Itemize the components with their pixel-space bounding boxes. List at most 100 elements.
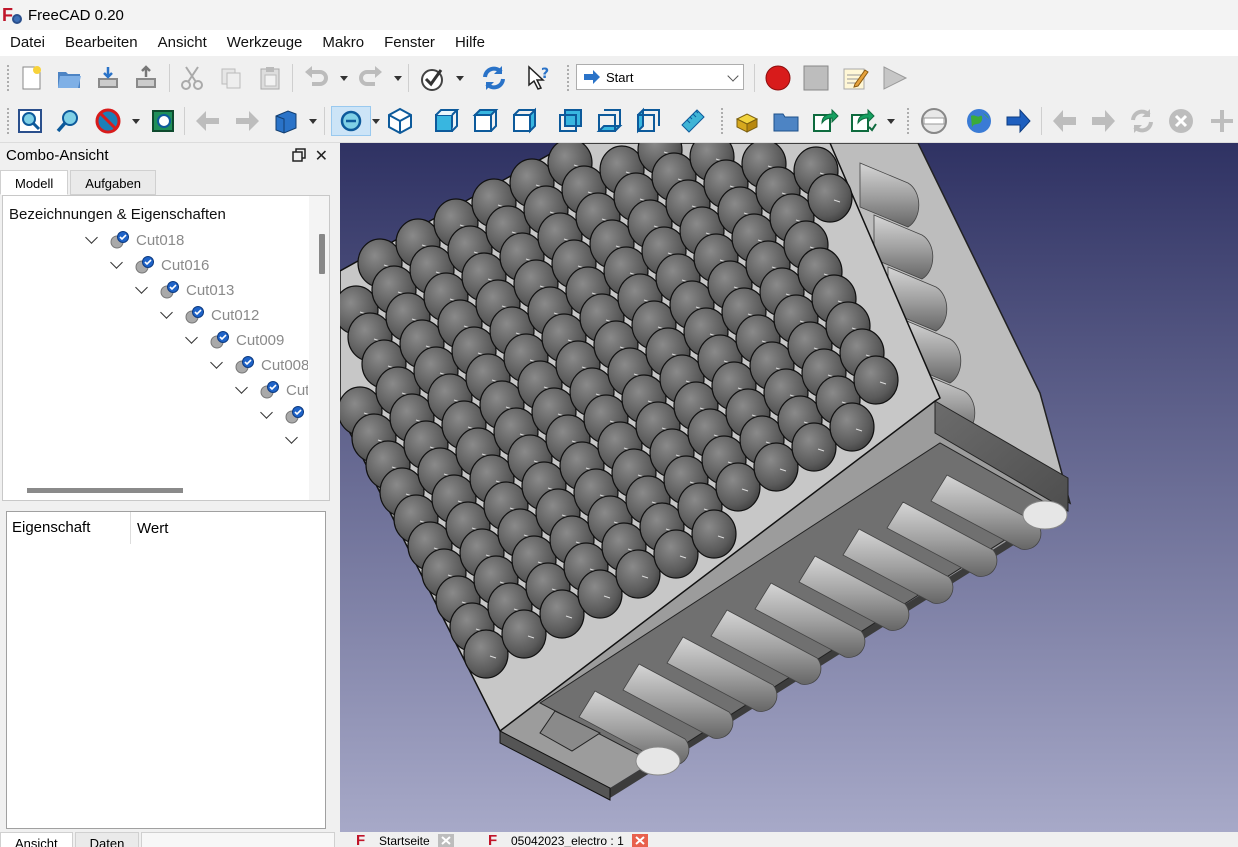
web-forward-icon[interactable] [1002,106,1034,136]
fit-all-icon[interactable] [14,106,46,136]
menu-werkzeuge[interactable]: Werkzeuge [217,30,313,56]
chevron-down-icon[interactable] [235,381,248,394]
std-views-icon[interactable] [270,106,302,136]
menu-hilfe[interactable]: Hilfe [445,30,495,56]
close-icon[interactable] [631,834,648,847]
float-icon[interactable] [292,148,306,162]
new-document-icon[interactable] [15,63,47,93]
fit-selection-icon[interactable] [53,106,85,136]
front-view-icon[interactable] [430,106,462,136]
chevron-down-icon[interactable] [85,231,98,244]
tree-item[interactable]: Cut018 [85,229,184,251]
paste-icon[interactable] [254,63,286,93]
sync-view-dropdown[interactable] [370,106,382,136]
tab-modell[interactable]: Modell [0,170,69,195]
toolbar-handle[interactable] [906,107,910,135]
web-stop-icon[interactable] [1165,106,1197,136]
macro-stop-icon[interactable] [800,63,832,93]
chevron-down-icon[interactable] [160,306,173,319]
tab-daten[interactable]: Daten [74,832,140,847]
chevron-down-icon[interactable] [285,431,298,444]
measure-icon[interactable] [677,106,709,136]
toolbar-handle[interactable] [6,107,10,135]
std-views-dropdown[interactable] [307,106,319,136]
menu-fenster[interactable]: Fenster [374,30,445,56]
tree-horizontal-scroll-thumb[interactable] [27,488,183,493]
toolbar-handle[interactable] [720,107,724,135]
draw-style-icon[interactable] [92,106,124,136]
web-next-icon[interactable] [1087,106,1119,136]
macro-edit-icon[interactable] [839,63,871,93]
tree-item[interactable]: Cut013 [135,279,234,301]
close-icon[interactable]: ✕ [315,146,328,166]
tab-document[interactable]: F 05042023_electro : 1 [488,832,648,847]
import-icon[interactable] [92,63,124,93]
chevron-down-icon[interactable] [210,356,223,369]
undo-icon[interactable] [300,63,332,93]
column-eigenschaft[interactable]: Eigenschaft [7,512,131,544]
workbench-selector[interactable]: Start [576,64,744,90]
3d-view[interactable] [340,143,1238,832]
tree-vertical-scroll-thumb[interactable] [319,234,325,274]
rear-view-icon[interactable] [554,106,586,136]
tree-item[interactable]: Cut016 [110,254,209,276]
toolbar-handle[interactable] [566,64,570,92]
close-icon[interactable] [437,834,454,847]
tree-item[interactable]: Cut008 [210,354,308,376]
column-wert[interactable]: Wert [131,520,168,537]
link-actions-icon[interactable] [847,106,879,136]
group-icon[interactable] [770,106,802,136]
web-refresh-icon[interactable] [1126,106,1158,136]
refresh-icon[interactable] [478,63,510,93]
web-home-icon[interactable] [918,106,950,136]
chevron-down-icon[interactable] [135,281,148,294]
whats-this-icon[interactable]: ? [522,63,554,93]
tube-hole [615,549,661,599]
tree-item[interactable]: Cut [235,379,308,401]
add-icon[interactable] [1206,106,1238,136]
export-icon[interactable] [130,63,162,93]
tab-ansicht[interactable]: Ansicht [0,832,73,847]
chevron-down-icon[interactable] [185,331,198,344]
menu-ansicht[interactable]: Ansicht [148,30,217,56]
undo-dropdown[interactable] [338,63,350,93]
tree-item[interactable]: Cut009 [185,329,284,351]
back-icon[interactable] [192,106,224,136]
left-view-icon[interactable] [632,106,664,136]
tab-aufgaben[interactable]: Aufgaben [70,170,156,195]
right-view-icon[interactable] [508,106,540,136]
menu-datei[interactable]: Datei [0,30,55,56]
chevron-down-icon[interactable] [260,406,273,419]
macro-record-icon[interactable] [762,63,794,93]
part-icon[interactable] [731,106,763,136]
web-back-icon[interactable] [1049,106,1081,136]
bottom-view-icon[interactable] [593,106,625,136]
tree-item-label: Cut008 [261,356,308,374]
sync-view-icon[interactable] [331,106,371,136]
chevron-down-icon[interactable] [110,256,123,269]
forward-icon[interactable] [231,106,263,136]
draw-style-dropdown[interactable] [130,106,142,136]
isometric-icon[interactable] [384,106,416,136]
cut-icon[interactable] [176,63,208,93]
open-icon[interactable] [53,63,85,93]
3d-scene[interactable] [340,143,1238,832]
tree-item[interactable]: Cut012 [160,304,259,326]
workbench-check-icon[interactable] [416,63,448,93]
redo-icon[interactable] [355,63,387,93]
toolbar-handle[interactable] [6,64,10,92]
menu-makro[interactable]: Makro [312,30,374,56]
top-view-icon[interactable] [469,106,501,136]
workbench-check-dropdown[interactable] [454,63,466,93]
menu-bearbeiten[interactable]: Bearbeiten [55,30,148,56]
tree-item[interactable] [260,404,308,426]
link-actions-dropdown[interactable] [885,106,897,136]
bounding-box-icon[interactable] [147,106,179,136]
macro-run-icon[interactable] [878,63,910,93]
link-icon[interactable] [809,106,841,136]
copy-icon[interactable] [215,63,247,93]
tree-item[interactable] [285,429,308,451]
redo-dropdown[interactable] [392,63,404,93]
tab-startseite[interactable]: F Startseite [356,832,454,847]
web-icon[interactable] [963,106,995,136]
